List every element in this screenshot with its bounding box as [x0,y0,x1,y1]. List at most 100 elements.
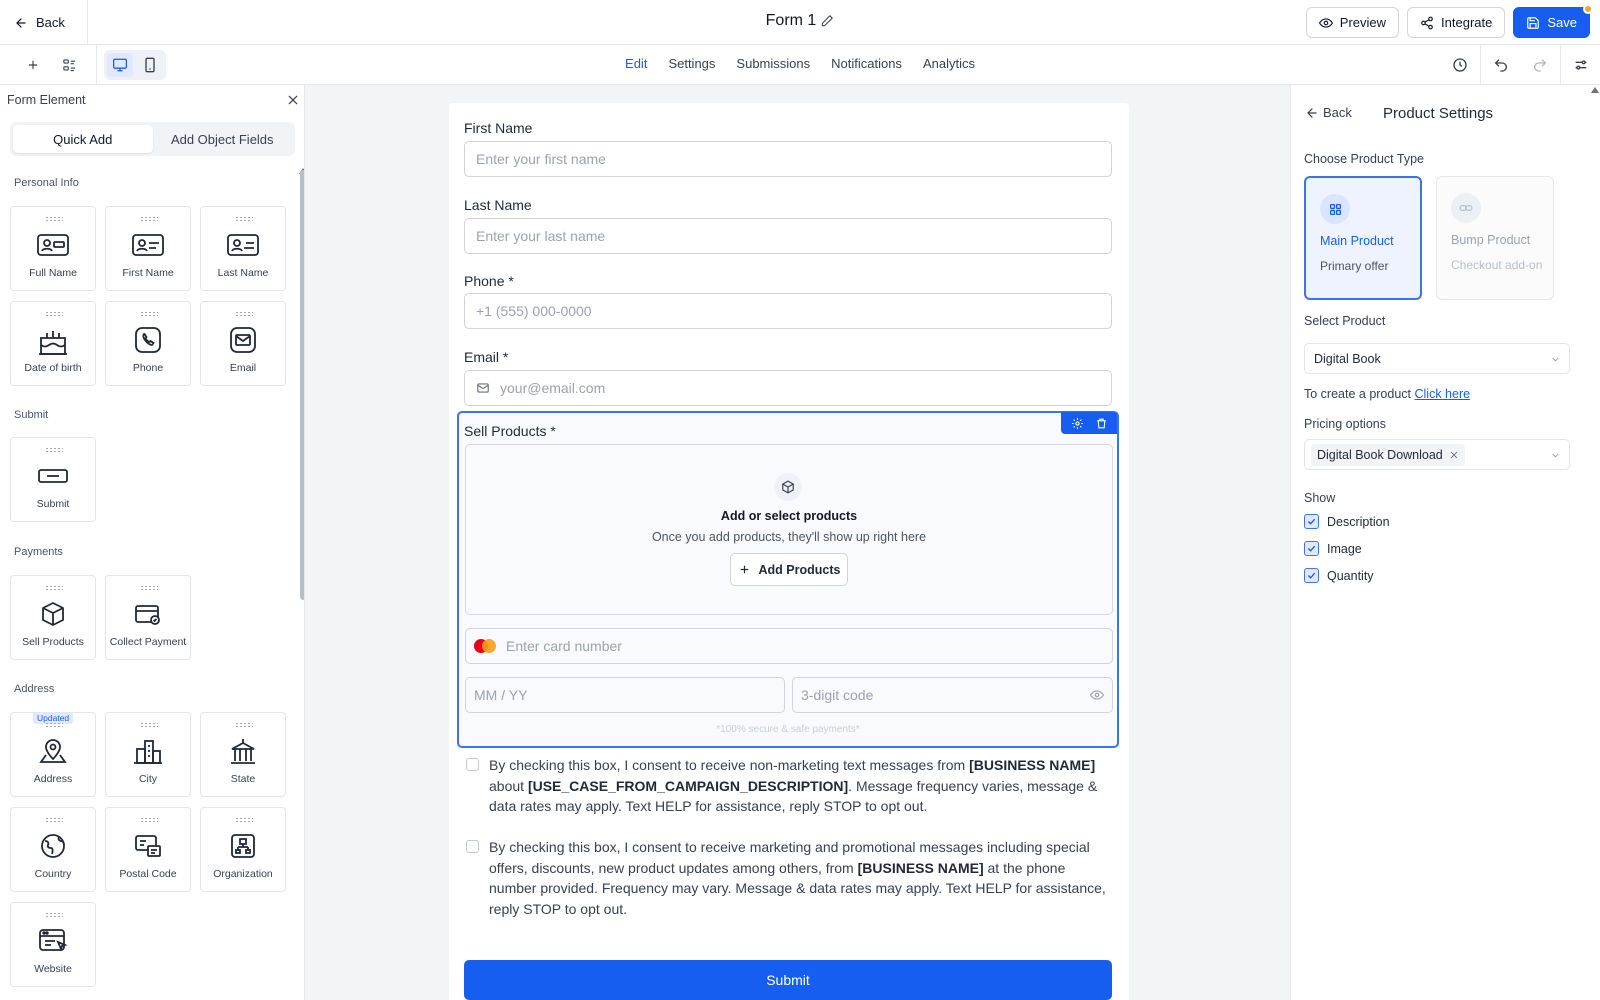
form-title-text[interactable]: Form 1 [766,12,817,30]
settings-back-button[interactable]: Back [1305,105,1352,120]
element-email[interactable]: Email [200,301,286,386]
form-card: First Name Enter your first name Last Na… [449,103,1129,1000]
add-products-button[interactable]: Add Products [730,553,848,586]
consent-transactional-checkbox[interactable] [466,758,479,771]
product-select[interactable]: Digital Book [1304,343,1570,374]
element-source-toggle: Quick Add Add Object Fields [10,122,295,156]
card-number-input[interactable]: Enter card number [465,628,1113,664]
element-phone[interactable]: Phone [105,301,191,386]
drag-handle[interactable] [140,216,158,222]
drag-handle[interactable] [140,311,158,317]
element-label: State [230,773,256,785]
create-product-link[interactable]: Click here [1414,387,1470,401]
tab-analytics[interactable]: Analytics [923,56,975,71]
bump-product-option[interactable]: Bump Product Checkout add-on [1436,176,1554,300]
eye-icon[interactable] [1090,688,1104,702]
pencil-icon[interactable] [820,14,834,28]
drag-handle[interactable] [45,447,63,453]
consent-marketing-checkbox[interactable] [466,840,479,853]
drag-handle[interactable] [140,722,158,728]
show-quantity-checkbox[interactable] [1304,568,1319,583]
first-name-input[interactable]: Enter your first name [464,141,1112,177]
element-address[interactable]: Updated Address [10,712,96,797]
phone-input[interactable]: +1 (555) 000-0000 [464,293,1112,329]
main-product-desc: Primary offer [1320,259,1389,273]
drag-handle[interactable] [45,311,63,317]
show-description-checkbox[interactable] [1304,514,1319,529]
scroll-up-arrow[interactable] [1591,87,1599,93]
editor-tabs: Edit Settings Submissions Notifications … [0,56,1600,71]
element-label: Address [33,773,73,785]
last-name-input[interactable]: Enter your last name [464,218,1112,254]
select-product-label: Select Product [1304,314,1386,328]
show-image-checkbox[interactable] [1304,541,1319,556]
quick-add-tab[interactable]: Quick Add [13,125,153,153]
element-state[interactable]: State [200,712,286,797]
expiry-input[interactable]: MM / YY [465,677,785,713]
panel-title: Form Element [7,93,86,107]
trash-icon[interactable] [1095,417,1108,430]
save-button[interactable]: Save [1513,4,1593,38]
drag-handle[interactable] [45,817,63,823]
email-input[interactable]: your@email.com [464,370,1112,406]
element-organization[interactable]: Organization [200,807,286,892]
element-first-name[interactable]: First Name [105,206,191,291]
element-collect-payment[interactable]: Collect Payment [105,575,191,660]
element-sell-products[interactable]: Sell Products [10,575,96,660]
drag-handle[interactable] [235,817,253,823]
style-settings-button[interactable] [1560,45,1600,85]
empty-state-subtitle: Once you add products, they'll show up r… [651,530,927,544]
tab-settings[interactable]: Settings [668,56,715,71]
element-website[interactable]: Website [10,902,96,987]
drag-handle[interactable] [45,722,63,728]
preview-button[interactable]: Preview [1305,7,1400,38]
arrow-left-icon [1305,106,1319,120]
tab-notifications[interactable]: Notifications [831,56,902,71]
tab-submissions[interactable]: Submissions [736,56,810,71]
element-full-name[interactable]: Full Name [10,206,96,291]
drag-handle[interactable] [45,585,63,591]
block-actions [1061,412,1117,434]
drag-handle[interactable] [140,585,158,591]
element-postal-code[interactable]: Postal Code [105,807,191,892]
element-label: Submit [36,498,70,510]
tab-edit[interactable]: Edit [625,56,647,71]
show-image-option: Image [1304,541,1362,556]
element-label: Country [34,868,72,880]
cube-icon [11,600,95,628]
drag-handle[interactable] [235,722,253,728]
element-country[interactable]: Country [10,807,96,892]
bump-product-name: Bump Product [1451,233,1531,247]
gear-icon[interactable] [1071,417,1084,430]
main-product-option[interactable]: Main Product Primary offer [1304,176,1422,300]
drag-handle[interactable] [235,216,253,222]
undo-button[interactable] [1480,45,1520,85]
history-button[interactable] [1440,45,1480,85]
remove-chip-icon[interactable] [1449,450,1459,460]
drag-handle[interactable] [235,311,253,317]
element-submit[interactable]: Submit [10,437,96,522]
grid-icon [1320,194,1350,224]
section-submit: Submit [14,409,49,421]
pricing-options-label: Pricing options [1304,417,1386,431]
save-icon [1526,16,1540,30]
consent-transactional: By checking this box, I consent to recei… [466,755,1116,817]
close-icon[interactable] [286,93,300,107]
element-last-name[interactable]: Last Name [200,206,286,291]
email-placeholder: your@email.com [500,380,606,396]
drag-handle[interactable] [140,817,158,823]
drag-handle[interactable] [45,912,63,918]
sell-products-block[interactable]: Sell Products * Add or select products O… [457,411,1119,748]
expiry-placeholder: MM / YY [474,687,528,703]
cvc-input[interactable]: 3-digit code [792,677,1113,713]
pricing-options-select[interactable]: Digital Book Download [1304,439,1570,470]
element-label: City [138,773,158,785]
add-object-fields-tab[interactable]: Add Object Fields [153,125,293,153]
redo-button[interactable] [1520,45,1560,85]
drag-handle[interactable] [45,216,63,222]
integrate-button[interactable]: Integrate [1407,7,1506,38]
element-date-of-birth[interactable]: Date of birth [10,301,96,386]
toolbar-right [1440,45,1600,85]
element-city[interactable]: City [105,712,191,797]
form-submit-button[interactable]: Submit [464,960,1112,1000]
